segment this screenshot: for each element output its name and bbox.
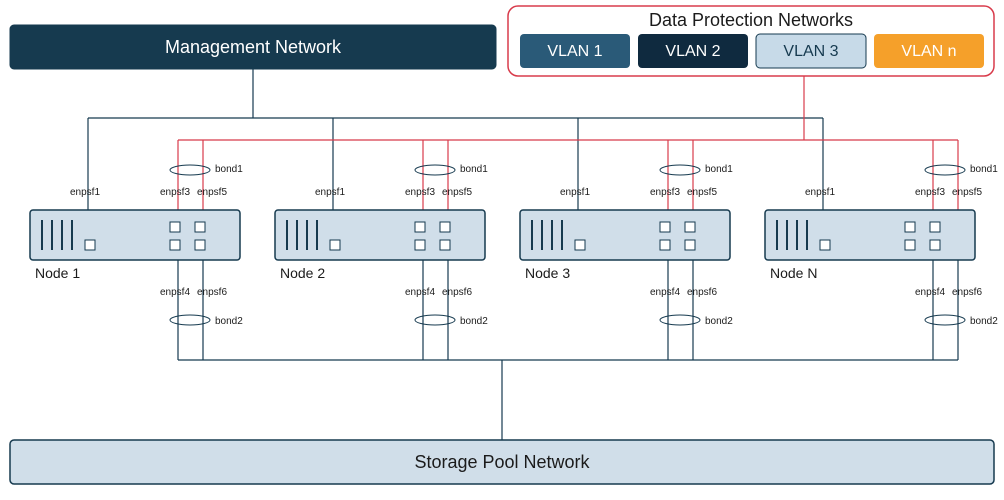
svg-text:VLAN 2: VLAN 2 [665, 43, 720, 60]
management-network-box: Management Network [10, 25, 496, 69]
data-protection-title: Data Protection Networks [649, 10, 853, 30]
bond2-label-node3: bond2 [705, 316, 733, 327]
svg-text:VLAN n: VLAN n [901, 43, 956, 60]
svg-text:VLAN 3: VLAN 3 [783, 43, 838, 60]
bond1-label-node3: bond1 [705, 164, 733, 175]
storage-pool-box: Storage Pool Network [10, 440, 994, 484]
bond1-label-node2: bond1 [460, 164, 488, 175]
vlan-n-chip: VLAN n [874, 34, 984, 68]
svg-text:enpsf3: enpsf3 [650, 187, 680, 198]
topology-diagram: Management Network Data Protection Netwo… [0, 0, 1004, 500]
bond2-label-node1: bond2 [215, 316, 243, 327]
svg-text:enpsf3: enpsf3 [915, 187, 945, 198]
server-node: Node 3 [520, 210, 730, 281]
svg-text:enpsf3: enpsf3 [160, 187, 190, 198]
svg-text:VLAN 1: VLAN 1 [547, 43, 602, 60]
svg-text:enpsf3: enpsf3 [405, 187, 435, 198]
server-node: Node 1 [30, 210, 240, 281]
svg-text:enpsf4: enpsf4 [915, 287, 945, 298]
svg-text:enpsf6: enpsf6 [952, 287, 982, 298]
server-node: Node 2 [275, 210, 485, 281]
bond1-label-noden: bond1 [970, 164, 998, 175]
bond1-label-node1: bond1 [215, 164, 243, 175]
nodes-group: Node 1 Node 2 Node 3 Node N [30, 210, 975, 281]
svg-text:enpsf5: enpsf5 [442, 187, 472, 198]
vlan-2-chip: VLAN 2 [638, 34, 748, 68]
node-label: Node 1 [35, 265, 80, 281]
node-label: Node 2 [280, 265, 325, 281]
storage-pool-label: Storage Pool Network [414, 452, 590, 472]
bond2-label-node2: bond2 [460, 316, 488, 327]
svg-text:enpsf5: enpsf5 [197, 187, 227, 198]
node-label: Node 3 [525, 265, 570, 281]
vlan-3-chip: VLAN 3 [756, 34, 866, 68]
svg-text:enpsf1: enpsf1 [560, 187, 590, 198]
svg-text:enpsf4: enpsf4 [650, 287, 680, 298]
management-trunk [88, 69, 823, 222]
svg-text:enpsf1: enpsf1 [315, 187, 345, 198]
management-network-label: Management Network [165, 37, 342, 57]
data-protection-trunk [170, 76, 965, 222]
svg-text:enpsf6: enpsf6 [442, 287, 472, 298]
svg-text:enpsf4: enpsf4 [160, 287, 190, 298]
svg-text:enpsf5: enpsf5 [952, 187, 982, 198]
vlan-1-chip: VLAN 1 [520, 34, 630, 68]
data-protection-frame: Data Protection Networks VLAN 1 VLAN 2 V… [508, 6, 994, 76]
node-label: Node N [770, 265, 817, 281]
svg-text:enpsf6: enpsf6 [687, 287, 717, 298]
svg-text:enpsf1: enpsf1 [70, 187, 100, 198]
svg-text:enpsf1: enpsf1 [805, 187, 835, 198]
server-node: Node N [765, 210, 975, 281]
svg-text:enpsf4: enpsf4 [405, 287, 435, 298]
bond2-label-noden: bond2 [970, 316, 998, 327]
storage-trunk [170, 256, 965, 440]
svg-text:enpsf6: enpsf6 [197, 287, 227, 298]
svg-text:enpsf5: enpsf5 [687, 187, 717, 198]
